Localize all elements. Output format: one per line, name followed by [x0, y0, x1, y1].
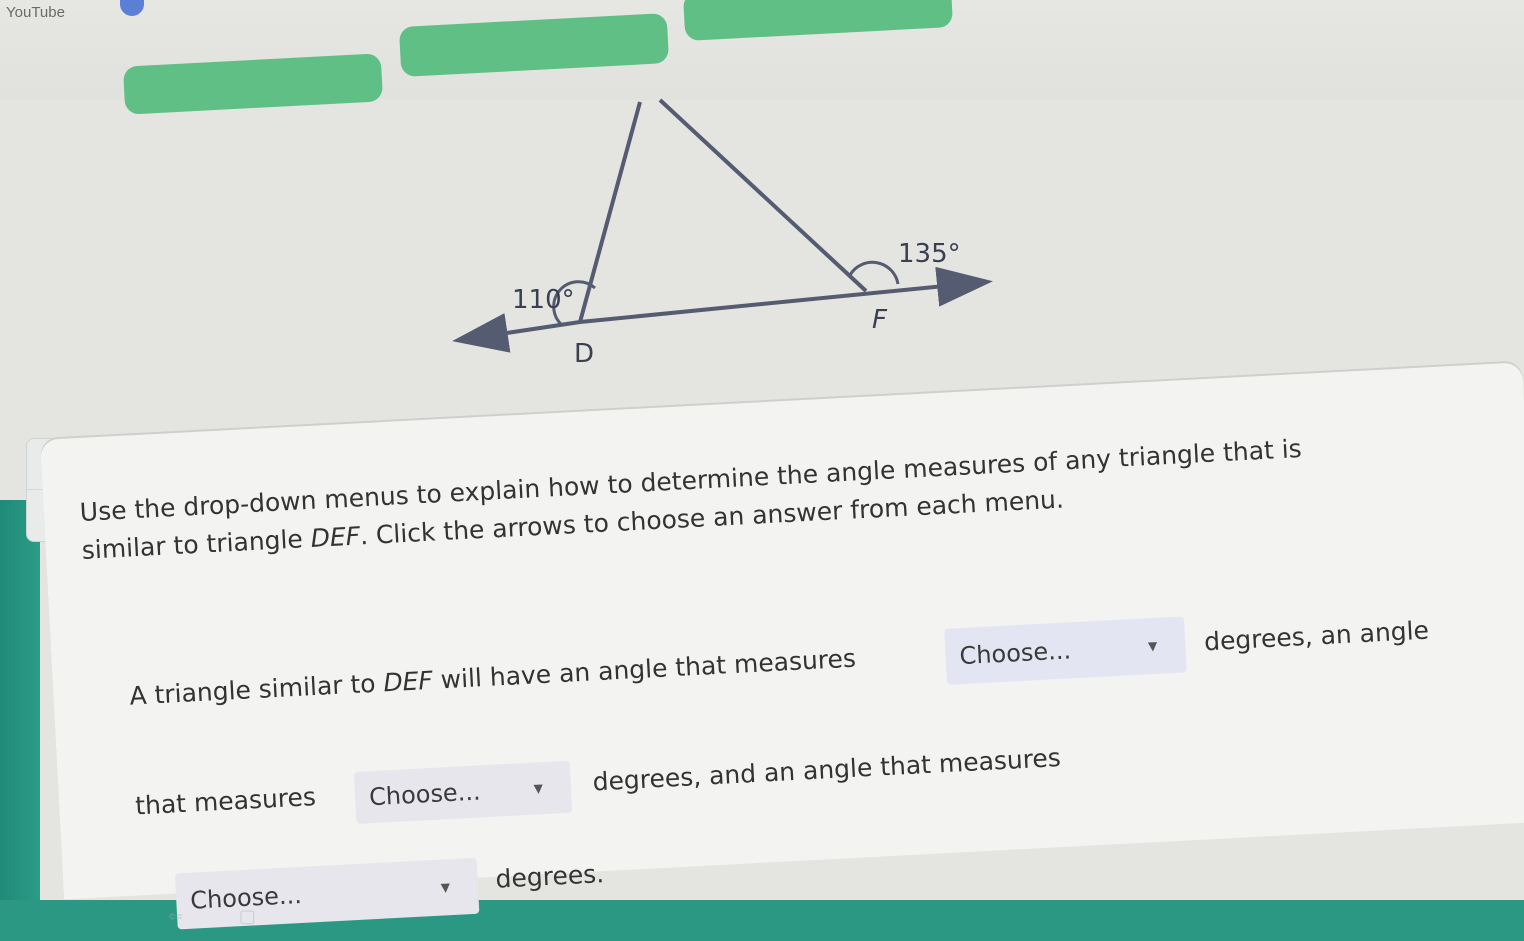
triangle-svg: 110° 135° D F	[452, 98, 993, 369]
line1-triangle-name: DEF	[382, 665, 434, 698]
faded-toolbar: ⇐ ▢	[168, 906, 288, 936]
angle-label-d: 110°	[512, 285, 575, 315]
line2-after: degrees, and an angle that measures	[591, 743, 1062, 797]
instructions-line2-pre: similar to triangle	[81, 523, 312, 565]
dropdown-2-value: Choose...	[368, 777, 482, 812]
square-icon[interactable]: ▢	[239, 906, 256, 927]
sentence-line1: A triangle similar to DEF will have an a…	[129, 644, 857, 711]
angle-dropdown-1[interactable]: Choose... ▼	[944, 616, 1187, 685]
chevron-down-icon: ▼	[533, 781, 544, 796]
angle-dropdown-2[interactable]: Choose... ▼	[353, 760, 573, 824]
youtube-tab-label[interactable]: YouTube	[6, 4, 65, 21]
chevron-down-icon: ▼	[1147, 638, 1158, 654]
vertex-label-d: D	[574, 339, 594, 369]
dropdown-1-value: Choose...	[958, 636, 1072, 671]
side-de	[578, 101, 642, 323]
question-instructions: Use the drop-down menus to explain how t…	[79, 423, 1441, 570]
line1-pre: A triangle similar to	[128, 668, 385, 711]
angle-label-f: 135°	[898, 239, 961, 269]
line3-after: degrees.	[494, 859, 605, 894]
line2-pre: that measures	[134, 782, 317, 821]
vertex-label-f: F	[872, 305, 888, 335]
instructions-triangle-name: DEF	[309, 521, 361, 553]
question-card: Use the drop-down menus to explain how t…	[40, 362, 1524, 930]
base-line	[579, 266, 993, 324]
shield-icon	[120, 0, 144, 16]
side-ef	[658, 98, 868, 293]
line1-after: degrees, an angle	[1203, 615, 1430, 657]
back-arrow-icon[interactable]: ⇐	[168, 906, 183, 927]
triangle-diagram: 110° 135° D F	[440, 90, 1020, 380]
teal-edge	[0, 500, 40, 941]
chevron-down-icon: ▼	[440, 880, 451, 895]
line1-post: will have an angle that measures	[431, 643, 857, 695]
